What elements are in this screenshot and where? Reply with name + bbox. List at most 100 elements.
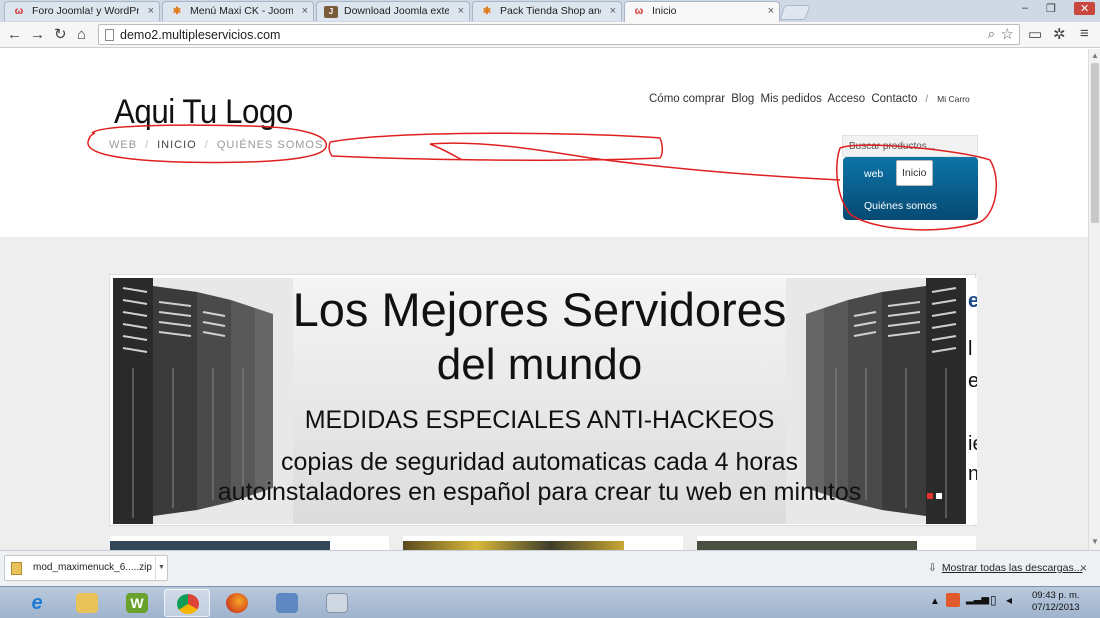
vertical-scrollbar[interactable]: ▲ ▼ (1088, 49, 1100, 550)
minimize-button[interactable]: – (1022, 2, 1028, 14)
download-shelf: mod_maximenuck_6.....zip ▼ ⇩ Mostrar toda… (0, 550, 1100, 586)
volume-icon[interactable]: ◂ (1006, 593, 1012, 607)
breadcrumb-inicio[interactable]: INICIO (157, 139, 197, 151)
page-icon (105, 29, 114, 41)
slide-highlight: MEDIDAS ESPECIALES ANTI-HACKEOS (304, 406, 775, 434)
tab-close-icon[interactable]: × (148, 5, 154, 17)
signal-icon[interactable]: ▂▃▅ (966, 594, 989, 605)
extension-puzzle-icon[interactable]: ✲ (1053, 25, 1066, 43)
nav-separator: / (925, 94, 929, 105)
menu-item-inicio[interactable]: Inicio (896, 160, 933, 186)
scroll-down-icon[interactable]: ▼ (1091, 537, 1099, 546)
internet-explorer-icon[interactable]: e (14, 589, 60, 617)
slider-dot[interactable] (936, 493, 942, 499)
tab-close-icon[interactable]: × (458, 5, 464, 17)
nav-blog[interactable]: Blog (731, 93, 754, 105)
breadcrumb-web[interactable]: WEB (109, 139, 137, 151)
product-card[interactable] (403, 536, 683, 550)
next-slide-peek: e l e ie n (968, 278, 977, 524)
site-logo[interactable]: Aqui Tu Logo (114, 93, 293, 132)
window-icon[interactable]: ▭ (1028, 25, 1042, 43)
image-slider[interactable]: Los Mejores Servidores del mundo MEDIDAS… (109, 274, 977, 526)
windows-taskbar: e W ▲ ▂▃▅ ▯ ◂ 09:43 p. m. 07/12/2013 (0, 586, 1100, 618)
tab-foro-joomla[interactable]: ω Foro Joomla! y WordPress × (4, 1, 160, 21)
new-tab-button[interactable] (779, 5, 811, 20)
download-options-icon[interactable]: ▼ (155, 556, 167, 580)
peek-text: e (968, 370, 977, 392)
product-card[interactable] (110, 536, 389, 550)
maximenu: web Inicio Quiénes somos (843, 157, 978, 220)
browser-tab-strip: ω Foro Joomla! y WordPress × ✱ Menú Maxi… (0, 0, 1100, 22)
show-all-downloads-link[interactable]: ⇩ Mostrar todas las descargas... (928, 562, 1082, 574)
tab-title: Inicio (652, 5, 677, 17)
peek-text: n (968, 463, 977, 485)
file-explorer-icon[interactable] (64, 589, 110, 617)
card-image (110, 541, 330, 550)
zip-file-icon (11, 562, 22, 575)
scroll-thumb[interactable] (1091, 63, 1099, 223)
close-shelf-icon[interactable]: × (1080, 561, 1087, 575)
firefox-icon[interactable] (214, 589, 260, 617)
tab-title: Download Joomla extensio (344, 5, 449, 17)
home-icon[interactable]: ⌂ (77, 26, 86, 43)
card-image (697, 541, 917, 550)
zoom-icon[interactable]: ⌕ (988, 26, 995, 42)
product-card[interactable] (697, 536, 976, 550)
nav-como-comprar[interactable]: Cómo comprar (649, 93, 725, 105)
tab-title: Pack Tienda Shop and Bus (500, 5, 601, 17)
tab-close-icon[interactable]: × (768, 5, 774, 17)
close-button[interactable]: ✕ (1074, 2, 1096, 15)
tab-title: Menú Maxi CK - Joomla! E (190, 5, 293, 17)
show-all-downloads-label: Mostrar todas las descargas... (941, 562, 1083, 574)
nav-contacto[interactable]: Contacto (871, 93, 917, 105)
slider-dot-active[interactable] (927, 493, 933, 499)
w-icon: ω (14, 6, 24, 17)
network-icon[interactable] (264, 589, 310, 617)
slide-headline: Los Mejores Servidores (292, 283, 787, 336)
nav-mis-pedidos[interactable]: Mis pedidos (761, 93, 822, 105)
nav-acceso[interactable]: Acceso (827, 93, 865, 105)
joomla-icon: ✱ (172, 6, 182, 17)
battery-icon[interactable]: ▯ (990, 593, 997, 607)
download-item[interactable]: mod_maximenuck_6.....zip ▼ (4, 555, 168, 581)
browser-toolbar: ← → ↻ ⌂ demo2.multipleservicios.com ⌕ ☆ … (0, 22, 1100, 48)
slider-dots (924, 488, 942, 502)
top-nav: Cómo comprar Blog Mis pedidos Acceso Con… (649, 93, 973, 105)
chrome-icon[interactable] (164, 589, 210, 617)
slide-subheadline: del mundo (436, 340, 643, 389)
clock-time: 09:43 p. m. (1032, 590, 1080, 601)
url-text[interactable]: demo2.multipleservicios.com (120, 28, 280, 42)
tab-inicio[interactable]: ω Inicio × (624, 1, 780, 22)
reload-icon[interactable]: ↻ (54, 26, 67, 43)
menu-icon[interactable]: ≡ (1080, 25, 1089, 42)
w-icon: ω (634, 6, 644, 17)
web-page: Aqui Tu Logo WEB / INICIO / QUIÉNES SOMOS Có… (0, 49, 1088, 550)
menu-item-web[interactable]: web (864, 168, 883, 180)
tab-pack-tienda[interactable]: ✱ Pack Tienda Shop and Bus × (472, 1, 622, 21)
antivirus-tray-icon[interactable] (946, 593, 960, 607)
tab-download-joomla[interactable]: J Download Joomla extensio × (316, 1, 470, 21)
show-hidden-icons[interactable]: ▲ (930, 596, 940, 607)
download-arrow-icon: ⇩ (928, 562, 937, 574)
download-filename: mod_maximenuck_6.....zip (33, 562, 152, 573)
joomla-icon: ✱ (482, 6, 492, 17)
tab-close-icon[interactable]: × (302, 5, 308, 17)
breadcrumb-separator: / (145, 139, 150, 151)
bookmark-star-icon[interactable]: ☆ (1001, 25, 1014, 43)
nav-mi-carro[interactable]: Mi Carro (937, 94, 970, 104)
calculator-icon[interactable] (314, 589, 360, 617)
back-icon[interactable]: ← (7, 26, 22, 43)
wamp-icon[interactable]: W (114, 589, 160, 617)
search-input[interactable]: Buscar productos... (842, 135, 978, 157)
peek-text: e (968, 290, 977, 312)
scroll-up-icon[interactable]: ▲ (1091, 51, 1099, 60)
menu-item-quienes-somos[interactable]: Quiénes somos (864, 200, 937, 212)
restore-button[interactable]: ❐ (1046, 2, 1056, 15)
tab-close-icon[interactable]: × (610, 5, 616, 17)
address-bar[interactable]: demo2.multipleservicios.com ⌕ ☆ (98, 24, 1020, 45)
clock[interactable]: 09:43 p. m. 07/12/2013 (1032, 590, 1080, 614)
tab-menu-maxi-ck[interactable]: ✱ Menú Maxi CK - Joomla! E × (162, 1, 314, 21)
forward-icon[interactable]: → (30, 26, 45, 43)
clock-date: 07/12/2013 (1032, 602, 1080, 613)
breadcrumb-quienes-somos[interactable]: QUIÉNES SOMOS (217, 139, 324, 151)
